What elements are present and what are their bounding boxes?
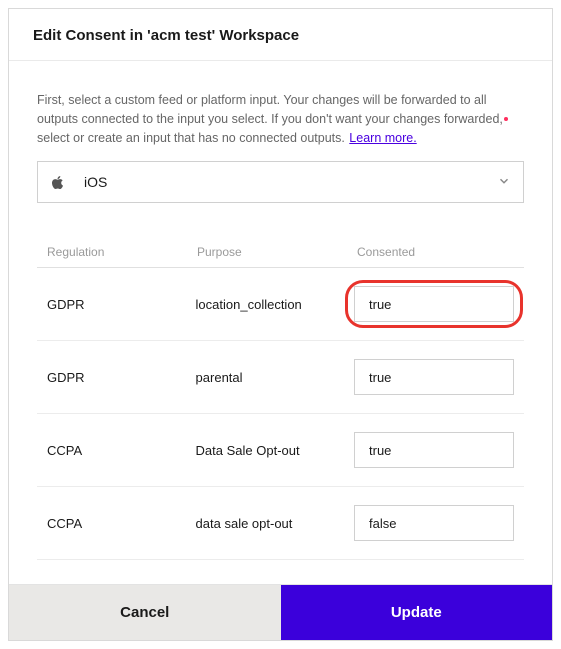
col-header-regulation: Regulation (47, 245, 197, 259)
platform-select-value: iOS (84, 174, 497, 190)
edit-consent-modal: Edit Consent in 'acm test' Workspace Fir… (8, 8, 553, 641)
modal-footer: Cancel Update (9, 584, 552, 640)
col-header-consented: Consented (357, 245, 514, 259)
update-button[interactable]: Update (281, 585, 553, 640)
consent-input[interactable] (354, 359, 514, 395)
consent-input[interactable] (354, 505, 514, 541)
col-header-purpose: Purpose (197, 245, 357, 259)
consent-input[interactable] (354, 432, 514, 468)
cell-regulation: GDPR (47, 297, 196, 312)
table-row: CCPA data sale opt-out (37, 487, 524, 560)
cell-regulation: CCPA (47, 516, 196, 531)
cell-purpose: data sale opt-out (196, 516, 354, 531)
cell-purpose: Data Sale Opt-out (196, 443, 354, 458)
instruction-text: First, select a custom feed or platform … (37, 93, 503, 145)
table-row: GDPR parental (37, 341, 524, 414)
modal-header: Edit Consent in 'acm test' Workspace (9, 9, 552, 61)
cancel-button[interactable]: Cancel (9, 585, 281, 640)
modal-title: Edit Consent in 'acm test' Workspace (33, 27, 528, 44)
cell-purpose: parental (196, 370, 354, 385)
apple-icon (50, 174, 64, 190)
cell-regulation: CCPA (47, 443, 196, 458)
table-row: CCPA Data Sale Opt-out (37, 414, 524, 487)
table-row: GDPR location_collection (37, 268, 524, 341)
indicator-dot (504, 117, 508, 121)
platform-select-row: iOS (37, 161, 524, 203)
cell-regulation: GDPR (47, 370, 196, 385)
cell-consented (354, 359, 514, 395)
chevron-down-icon (497, 174, 511, 191)
modal-body: First, select a custom feed or platform … (9, 61, 552, 584)
cell-consented (354, 505, 514, 541)
consent-input[interactable] (354, 286, 514, 322)
learn-more-link[interactable]: Learn more. (349, 131, 416, 145)
consent-table: Regulation Purpose Consented GDPR locati… (37, 237, 524, 560)
table-header: Regulation Purpose Consented (37, 237, 524, 268)
cell-purpose: location_collection (196, 297, 354, 312)
cell-consented (354, 432, 514, 468)
platform-select[interactable]: iOS (37, 161, 524, 203)
cell-consented (354, 286, 514, 322)
